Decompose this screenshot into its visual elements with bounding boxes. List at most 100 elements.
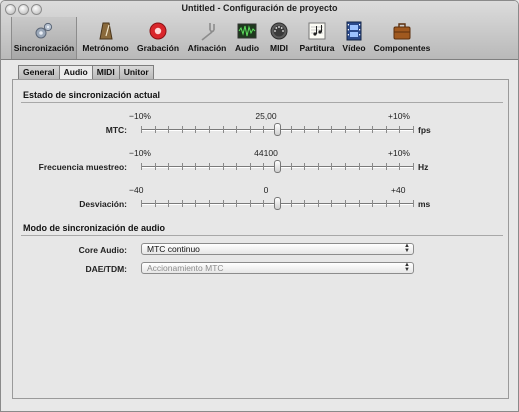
- toolbar-item-video[interactable]: Vídeo: [341, 17, 367, 59]
- slider-tick: [304, 163, 305, 170]
- slider-tick: [413, 163, 414, 170]
- toolbar-item-afinacion[interactable]: Afinación: [185, 17, 229, 59]
- slider-tick: [250, 200, 251, 207]
- slider-tick: [195, 200, 196, 207]
- slider-tick: [223, 163, 224, 170]
- tab-unitor[interactable]: Unitor: [118, 65, 154, 79]
- up-down-arrows-icon: ▲ ▼: [404, 262, 410, 273]
- mtc-unit: fps: [418, 125, 431, 135]
- tab-midi[interactable]: MIDI: [91, 65, 120, 79]
- slider-tick: [236, 163, 237, 170]
- slider-tick: [318, 163, 319, 170]
- score-icon: [308, 22, 326, 40]
- slider-tick: [263, 126, 264, 133]
- section-divider: [21, 102, 503, 103]
- slider-tick: [141, 200, 142, 207]
- slider-tick: [141, 163, 142, 170]
- slider-tick: [168, 200, 169, 207]
- slider-tick: [318, 200, 319, 207]
- slider-tick: [331, 163, 332, 170]
- slider-tick: [291, 126, 292, 133]
- project-settings-window: Untitled - Configuración de proyecto Sin…: [0, 0, 519, 412]
- slider-thumb[interactable]: [274, 197, 281, 210]
- sample-rate-center-value: 44100: [254, 148, 278, 158]
- dae-tdm-label: DAE/TDM:: [85, 264, 127, 274]
- slider-tick: [399, 126, 400, 133]
- slider-tick: [168, 163, 169, 170]
- audio-sync-heading: Modo de sincronización de audio: [23, 223, 166, 233]
- slider-tick: [263, 163, 264, 170]
- slider-tick: [359, 200, 360, 207]
- slider-tick: [399, 200, 400, 207]
- slider-tick: [372, 200, 373, 207]
- slider-tick: [331, 126, 332, 133]
- mtc-label: MTC:: [105, 125, 127, 135]
- mtc-slider[interactable]: [141, 123, 414, 137]
- toolbar-item-metronomo[interactable]: Metrónomo: [81, 17, 130, 59]
- slider-tick: [345, 200, 346, 207]
- slider-tick: [291, 200, 292, 207]
- slider-tick: [195, 163, 196, 170]
- slider-tick: [236, 126, 237, 133]
- toolbar-item-midi[interactable]: MIDI: [265, 17, 293, 59]
- slider-tick: [182, 163, 183, 170]
- record-icon: [149, 22, 167, 40]
- dae-tdm-popup[interactable]: Accionamiento MTC ▲ ▼: [141, 262, 414, 274]
- slider-tick: [209, 163, 210, 170]
- slider-tick: [182, 200, 183, 207]
- dae-tdm-value: Accionamiento MTC: [147, 263, 224, 273]
- slider-tick: [182, 126, 183, 133]
- tab-general[interactable]: General: [18, 65, 60, 79]
- toolbar-item-grabacion[interactable]: Grabación: [135, 17, 181, 59]
- slider-tick: [209, 126, 210, 133]
- core-audio-popup[interactable]: MTC continuo ▲ ▼: [141, 243, 414, 255]
- slider-tick: [195, 126, 196, 133]
- deviation-max-value: +40: [391, 185, 406, 195]
- slider-thumb[interactable]: [274, 123, 281, 136]
- sample-rate-unit: Hz: [418, 162, 429, 172]
- tuning-fork-icon: [201, 23, 215, 41]
- toolbar-item-audio[interactable]: Audio: [233, 17, 261, 59]
- slider-tick: [413, 126, 414, 133]
- slider-tick: [263, 200, 264, 207]
- deviation-center-value: 0: [263, 185, 269, 195]
- sync-status-heading: Estado de sincronización actual: [23, 90, 161, 100]
- sample-rate-label: Frecuencia muestreo:: [38, 162, 127, 172]
- slider-tick: [386, 163, 387, 170]
- sample-rate-max-value: +10%: [388, 148, 410, 158]
- toolbar-item-sincronizacion[interactable]: Sincronización: [11, 17, 77, 59]
- slider-tick: [399, 163, 400, 170]
- film-icon: [346, 21, 362, 41]
- slider-tick: [372, 163, 373, 170]
- mtc-center-value: 25,00: [255, 111, 277, 121]
- deviation-slider[interactable]: [141, 197, 414, 211]
- slider-tick: [372, 126, 373, 133]
- midi-connector-icon: [270, 22, 288, 40]
- audio-tab-panel: Estado de sincronización actual −10% 25,…: [12, 79, 509, 399]
- slider-tick: [168, 126, 169, 133]
- slider-tick: [359, 163, 360, 170]
- slider-tick: [141, 126, 142, 133]
- tab-audio[interactable]: Audio: [58, 65, 93, 79]
- slider-tick: [345, 163, 346, 170]
- settings-tabs: General Audio MIDI Unitor: [18, 65, 154, 79]
- slider-tick: [359, 126, 360, 133]
- slider-tick: [223, 126, 224, 133]
- slider-tick: [345, 126, 346, 133]
- window-title: Untitled - Configuración de proyecto: [181, 3, 338, 13]
- toolbar-item-componentes[interactable]: Componentes: [371, 17, 433, 59]
- audio-waveform-icon: [237, 23, 257, 39]
- slider-tick: [304, 200, 305, 207]
- sample-rate-min-value: −10%: [129, 148, 151, 158]
- slider-tick: [318, 126, 319, 133]
- slider-thumb[interactable]: [274, 160, 281, 173]
- slider-tick: [209, 200, 210, 207]
- toolbar: Untitled - Configuración de proyecto Sin…: [1, 1, 518, 60]
- deviation-unit: ms: [418, 199, 431, 209]
- slider-tick: [413, 200, 414, 207]
- sample-rate-slider[interactable]: [141, 160, 414, 174]
- slider-tick: [331, 200, 332, 207]
- deviation-label: Desviación:: [79, 199, 127, 209]
- toolbar-item-partitura[interactable]: Partitura: [296, 17, 338, 59]
- slider-tick: [250, 126, 251, 133]
